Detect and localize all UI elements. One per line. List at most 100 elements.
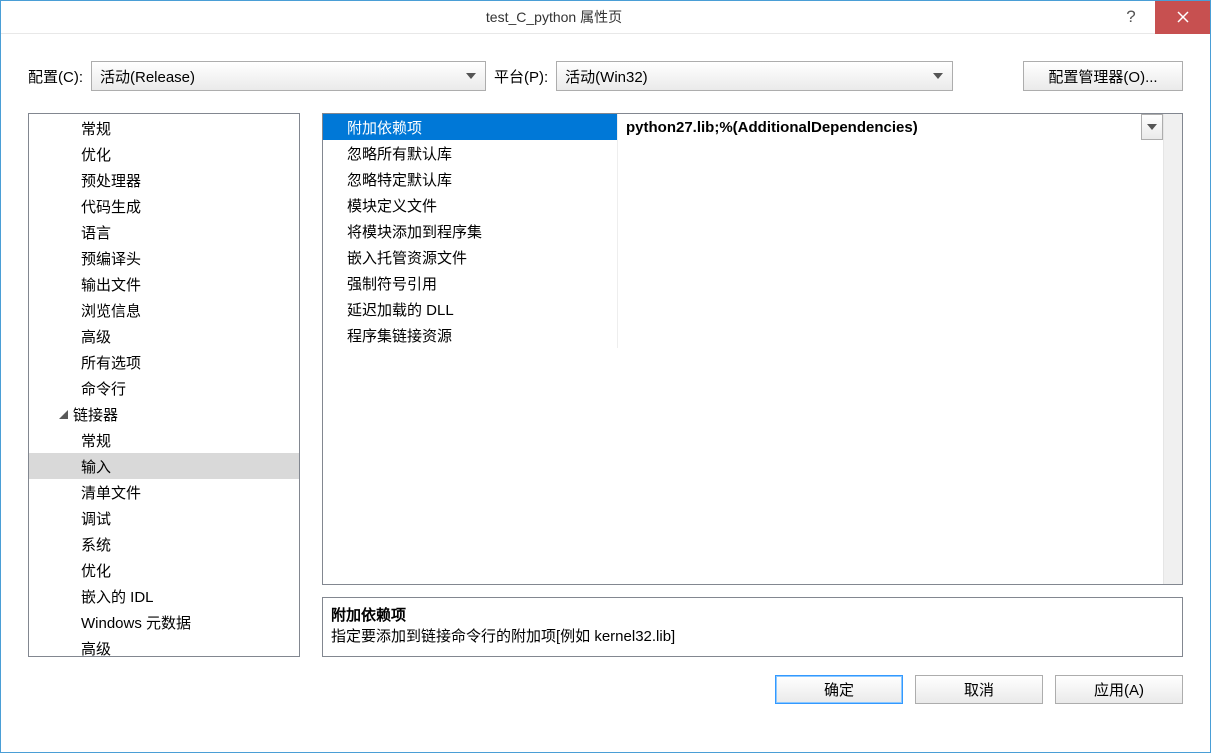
config-label: 配置(C):: [28, 66, 83, 87]
tree-item-label: 系统: [81, 534, 111, 555]
tree-item-label: 常规: [81, 118, 111, 139]
property-name: 忽略所有默认库: [323, 140, 618, 166]
property-row[interactable]: 模块定义文件: [323, 192, 1182, 218]
property-value[interactable]: [618, 218, 1182, 244]
config-combobox[interactable]: 活动(Release): [91, 61, 486, 91]
platform-value: 活动(Win32): [565, 66, 648, 87]
tree-item-label: 调试: [81, 508, 111, 529]
property-value[interactable]: [618, 140, 1182, 166]
tree-item[interactable]: 系统: [29, 531, 299, 557]
property-name: 强制符号引用: [323, 270, 618, 296]
config-manager-button[interactable]: 配置管理器(O)...: [1023, 61, 1183, 91]
description-panel: 附加依赖项 指定要添加到链接命令行的附加项[例如 kernel32.lib]: [322, 597, 1183, 657]
tree-item[interactable]: 链接器: [29, 401, 299, 427]
tree-item[interactable]: 高级: [29, 323, 299, 349]
property-row[interactable]: 附加依赖项python27.lib;%(AdditionalDependenci…: [323, 114, 1182, 140]
tree-scroll[interactable]: 常规优化预处理器代码生成语言预编译头输出文件浏览信息高级所有选项命令行链接器常规…: [29, 114, 299, 656]
titlebar: test_C_python 属性页 ?: [1, 1, 1210, 34]
tree-item-label: 常规: [81, 430, 111, 451]
tree-item-label: 高级: [81, 326, 111, 347]
tree-item-label: 浏览信息: [81, 300, 141, 321]
window-title: test_C_python 属性页: [1, 7, 1107, 27]
property-value[interactable]: [618, 244, 1182, 270]
chevron-down-icon: [1147, 124, 1157, 130]
property-row[interactable]: 将模块添加到程序集: [323, 218, 1182, 244]
tree-item[interactable]: 代码生成: [29, 193, 299, 219]
tree-item-label: 预处理器: [81, 170, 141, 191]
tree-item-label: 高级: [81, 638, 111, 657]
ok-button[interactable]: 确定: [775, 675, 903, 704]
cancel-button[interactable]: 取消: [915, 675, 1043, 704]
property-row[interactable]: 忽略特定默认库: [323, 166, 1182, 192]
close-button[interactable]: [1155, 1, 1210, 34]
close-icon: [1177, 11, 1189, 23]
property-name: 忽略特定默认库: [323, 166, 618, 192]
tree-item[interactable]: 所有选项: [29, 349, 299, 375]
tree-item-label: 代码生成: [81, 196, 141, 217]
property-row[interactable]: 强制符号引用: [323, 270, 1182, 296]
chevron-down-icon: [930, 73, 946, 79]
main-area: 常规优化预处理器代码生成语言预编译头输出文件浏览信息高级所有选项命令行链接器常规…: [28, 113, 1183, 657]
tree-item-label: 语言: [81, 222, 111, 243]
tree-item[interactable]: 命令行: [29, 375, 299, 401]
tree-item[interactable]: 优化: [29, 141, 299, 167]
tree-item-label: 优化: [81, 144, 111, 165]
config-row: 配置(C): 活动(Release) 平台(P): 活动(Win32) 配置管理…: [28, 61, 1183, 91]
property-name: 程序集链接资源: [323, 322, 618, 348]
nav-tree: 常规优化预处理器代码生成语言预编译头输出文件浏览信息高级所有选项命令行链接器常规…: [28, 113, 300, 657]
property-name: 延迟加载的 DLL: [323, 296, 618, 322]
description-title: 附加依赖项: [331, 604, 1174, 625]
tree-item[interactable]: 输出文件: [29, 271, 299, 297]
tree-item-label: 优化: [81, 560, 111, 581]
property-value[interactable]: [618, 296, 1182, 322]
tree-item[interactable]: 清单文件: [29, 479, 299, 505]
tree-item[interactable]: 常规: [29, 115, 299, 141]
property-value[interactable]: [618, 192, 1182, 218]
tree-item-label: 嵌入的 IDL: [81, 586, 154, 607]
tree-item-label: 预编译头: [81, 248, 141, 269]
tree-item[interactable]: 优化: [29, 557, 299, 583]
value-dropdown-button[interactable]: [1141, 114, 1163, 140]
tree-item-label: 输出文件: [81, 274, 141, 295]
tree-item-label: 链接器: [73, 404, 118, 425]
content: 配置(C): 活动(Release) 平台(P): 活动(Win32) 配置管理…: [1, 34, 1210, 716]
property-row[interactable]: 忽略所有默认库: [323, 140, 1182, 166]
property-name: 将模块添加到程序集: [323, 218, 618, 244]
property-row[interactable]: 嵌入托管资源文件: [323, 244, 1182, 270]
apply-button[interactable]: 应用(A): [1055, 675, 1183, 704]
button-row: 确定 取消 应用(A): [28, 675, 1183, 704]
property-name: 模块定义文件: [323, 192, 618, 218]
tree-item[interactable]: 高级: [29, 635, 299, 656]
tree-item[interactable]: Windows 元数据: [29, 609, 299, 635]
chevron-down-icon: [463, 73, 479, 79]
description-text: 指定要添加到链接命令行的附加项[例如 kernel32.lib]: [331, 625, 1174, 646]
tree-item[interactable]: 常规: [29, 427, 299, 453]
config-value: 活动(Release): [100, 66, 195, 87]
tree-item[interactable]: 输入: [29, 453, 299, 479]
tree-item[interactable]: 预编译头: [29, 245, 299, 271]
tree-item[interactable]: 语言: [29, 219, 299, 245]
property-row[interactable]: 延迟加载的 DLL: [323, 296, 1182, 322]
platform-label: 平台(P):: [494, 66, 548, 87]
tree-item-label: Windows 元数据: [81, 612, 191, 633]
property-value[interactable]: [618, 270, 1182, 296]
expander-icon: [55, 410, 71, 419]
property-value[interactable]: python27.lib;%(AdditionalDependencies): [618, 114, 1182, 140]
tree-item[interactable]: 嵌入的 IDL: [29, 583, 299, 609]
property-name: 嵌入托管资源文件: [323, 244, 618, 270]
help-button[interactable]: ?: [1107, 1, 1155, 34]
property-value[interactable]: [618, 166, 1182, 192]
property-row[interactable]: 程序集链接资源: [323, 322, 1182, 348]
tree-item[interactable]: 调试: [29, 505, 299, 531]
property-value[interactable]: [618, 322, 1182, 348]
tree-item[interactable]: 浏览信息: [29, 297, 299, 323]
property-grid: 附加依赖项python27.lib;%(AdditionalDependenci…: [322, 113, 1183, 585]
tree-item-label: 所有选项: [81, 352, 141, 373]
tree-item-label: 命令行: [81, 378, 126, 399]
right-pane: 附加依赖项python27.lib;%(AdditionalDependenci…: [322, 113, 1183, 657]
property-name: 附加依赖项: [323, 114, 618, 140]
tree-item[interactable]: 预处理器: [29, 167, 299, 193]
tree-item-label: 清单文件: [81, 482, 141, 503]
platform-combobox[interactable]: 活动(Win32): [556, 61, 953, 91]
tree-item-label: 输入: [81, 456, 111, 477]
